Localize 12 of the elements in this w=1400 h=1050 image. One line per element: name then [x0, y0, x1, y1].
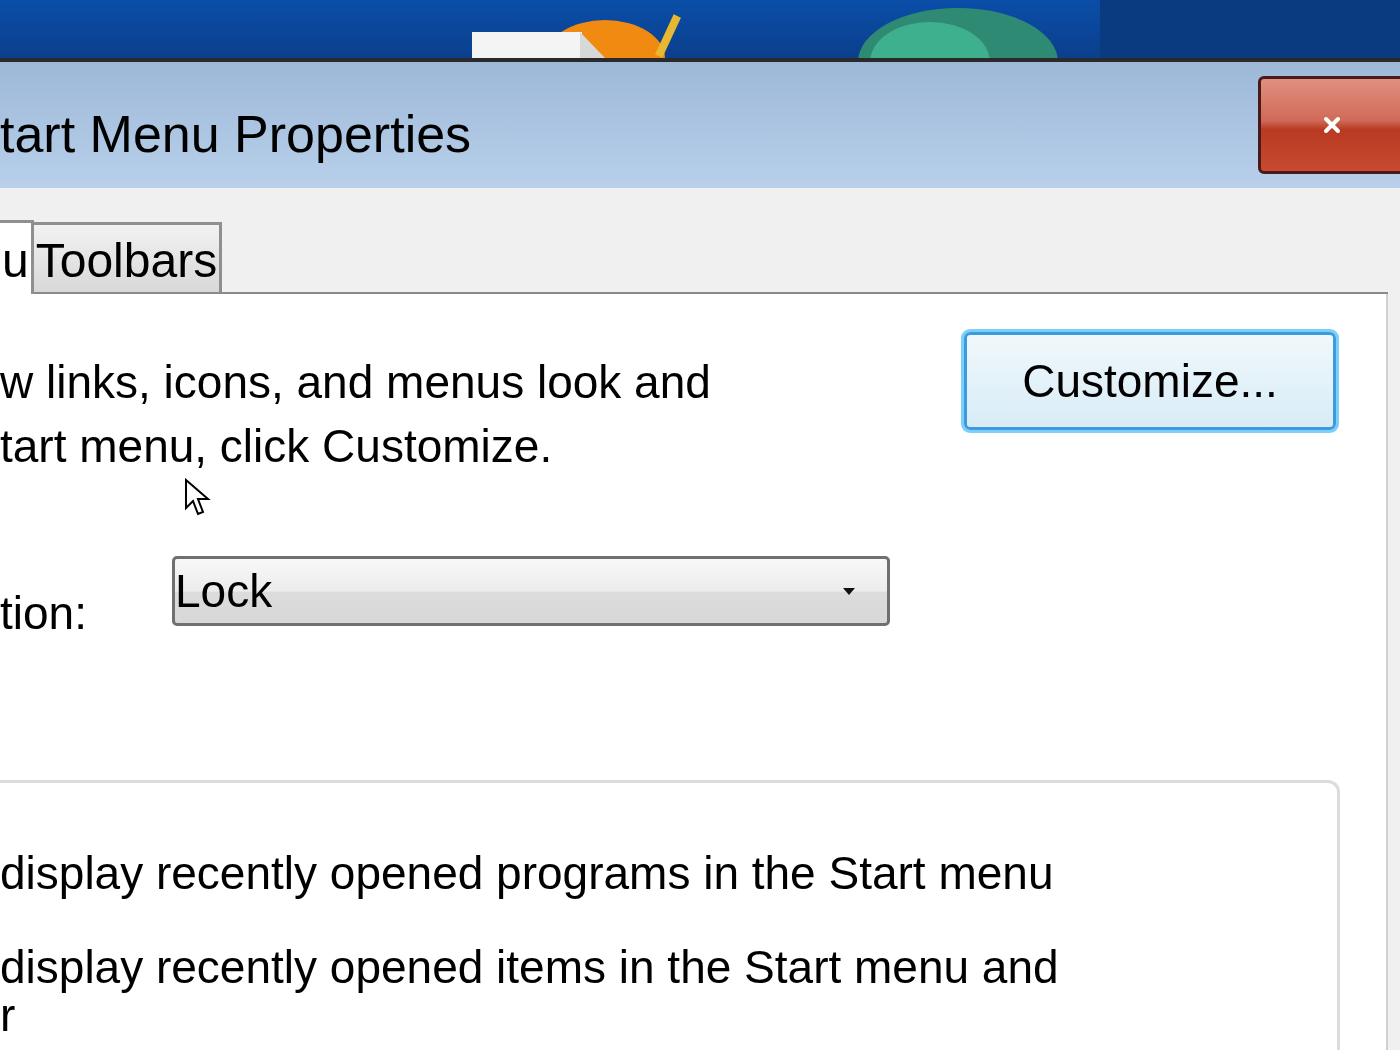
- mouse-cursor-icon: [184, 478, 212, 518]
- close-button[interactable]: [1258, 76, 1400, 174]
- checkbox-label[interactable]: display recently opened programs in the Start menu: [0, 849, 1337, 897]
- description-text: w links, icons, and menus look and tart menu, click Customize.: [0, 355, 711, 474]
- window-title: tart Menu Properties: [0, 104, 472, 164]
- caret-icon: [843, 587, 855, 595]
- customize-button[interactable]: Customize...: [964, 332, 1336, 430]
- power-action-label: tion:: [0, 586, 88, 640]
- tab[interactable]: u: [0, 220, 34, 294]
- close-icon: [1323, 116, 1341, 134]
- power-action-dropdown[interactable]: Lock: [172, 556, 890, 626]
- checkbox-label[interactable]: display recently opened items in the Start menu and r: [0, 943, 1337, 1039]
